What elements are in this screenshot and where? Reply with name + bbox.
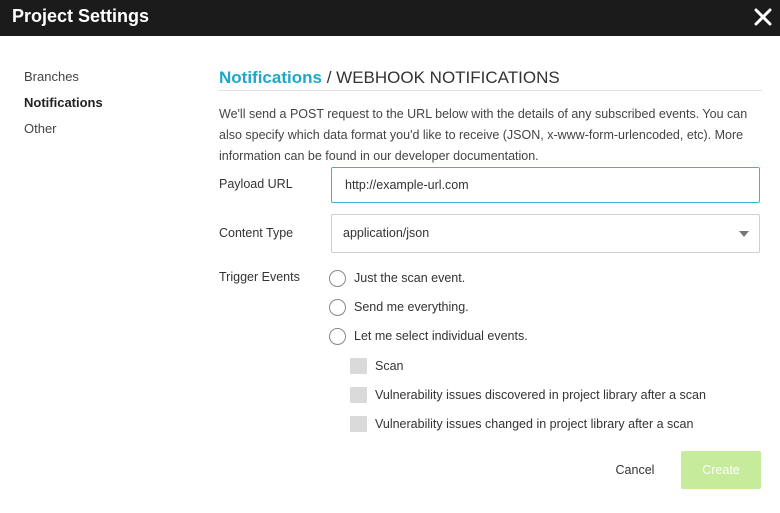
trigger-events-label: Trigger Events bbox=[219, 270, 300, 284]
payload-url-input[interactable] bbox=[331, 167, 760, 203]
checkbox-label: Vulnerability issues discovered in proje… bbox=[375, 388, 706, 402]
window-title: Project Settings bbox=[12, 6, 150, 26]
sidebar-item-branches[interactable]: Branches bbox=[24, 69, 79, 84]
checkbox[interactable] bbox=[350, 358, 367, 374]
close-icon[interactable] bbox=[752, 6, 774, 28]
payload-url-label: Payload URL bbox=[219, 177, 293, 191]
radio-label: Let me select individual events. bbox=[354, 329, 528, 343]
description-text: We'll send a POST request to the URL bel… bbox=[219, 107, 748, 163]
heading-separator: / bbox=[326, 68, 332, 87]
title-bar: Project Settings bbox=[0, 0, 780, 36]
radio-button[interactable] bbox=[329, 299, 346, 316]
content-type-label: Content Type bbox=[219, 226, 294, 240]
radio-label: Just the scan event. bbox=[354, 271, 466, 285]
heading-subsection: WEBHOOK NOTIFICATIONS bbox=[336, 68, 560, 87]
radio-button[interactable] bbox=[329, 328, 346, 345]
checkbox[interactable] bbox=[350, 416, 367, 432]
radio-button[interactable] bbox=[329, 270, 346, 287]
checkbox-label: Scan bbox=[375, 359, 404, 373]
page-title: Notifications / WEBHOOK NOTIFICATIONS bbox=[219, 68, 762, 91]
heading-section: Notifications bbox=[219, 68, 322, 87]
radio-label: Send me everything. bbox=[354, 300, 469, 314]
sidebar-item-other[interactable]: Other bbox=[24, 121, 57, 136]
sidebar-item-notifications[interactable]: Notifications bbox=[24, 95, 103, 110]
content-type-select[interactable]: application/json bbox=[331, 214, 760, 253]
checkbox[interactable] bbox=[350, 387, 367, 403]
checkbox-label: Vulnerability issues changed in project … bbox=[375, 417, 694, 431]
create-button[interactable]: Create bbox=[681, 451, 761, 489]
cancel-button[interactable]: Cancel bbox=[608, 455, 662, 485]
chevron-down-icon bbox=[739, 231, 749, 237]
content-type-value: application/json bbox=[343, 226, 430, 240]
